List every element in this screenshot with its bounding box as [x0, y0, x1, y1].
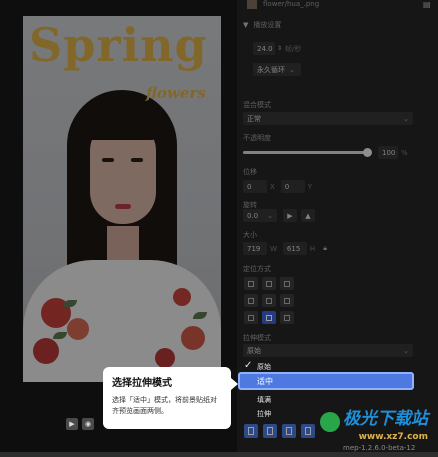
chevron-down-icon: ⌄	[289, 65, 295, 74]
fps-unit: 帧/秒	[285, 44, 302, 53]
stretch-option-fit-label: 适中	[257, 376, 273, 386]
stretch-row: 原始 ⌄	[243, 344, 413, 357]
blend-label: 混合模式	[243, 101, 271, 109]
file-open-icon[interactable]: ▤	[423, 0, 431, 9]
site-watermark: 极光下载站 www.xz7.com	[320, 404, 428, 442]
flip-vertical-icon[interactable]: ▲	[301, 209, 315, 222]
lock-icon[interactable]: 🔒︎	[323, 244, 327, 253]
stretch-option-original[interactable]: 原始	[257, 362, 271, 372]
stretch-select-value: 原始	[247, 346, 261, 355]
size-w-unit: W	[270, 244, 277, 253]
opacity-slider-fill	[243, 151, 368, 154]
tooltip-body: 选择「适中」模式，将前景贴纸对齐预览画面两侧。	[112, 396, 217, 415]
file-row: flower/hua_.png	[263, 0, 319, 8]
size-label-row: 大小	[243, 230, 257, 240]
opacity-slider[interactable]	[243, 148, 373, 157]
anchor-bottom-left[interactable]	[244, 311, 258, 324]
flip-horizontal-icon[interactable]: ▶	[283, 209, 297, 222]
opacity-row: 100 %	[243, 146, 408, 159]
fps-stepper-icon[interactable]: ⇕	[277, 45, 282, 52]
opacity-slider-handle[interactable]	[363, 148, 373, 157]
position-x-input[interactable]: 0	[243, 180, 267, 193]
blend-label-row: 混合模式	[243, 100, 271, 110]
blend-select-value: 正常	[247, 114, 261, 123]
chevron-down-icon: ⌄	[403, 114, 409, 123]
opacity-unit: %	[401, 148, 408, 157]
position-label-row: 位移	[243, 167, 257, 177]
chevron-down-icon: ⌄	[267, 211, 273, 220]
anchor-label: 定位方式	[243, 265, 271, 273]
loop-select[interactable]: 永久循环 ⌄	[253, 63, 301, 76]
watermark-url: www.xz7.com	[358, 432, 428, 442]
properties-panel: flower/hua_.png ▤ ▼ 播放设置 24.0 ⇕ 帧/秒 永久循环…	[237, 0, 438, 457]
size-row: 719 W 615 H 🔒︎	[243, 242, 327, 255]
preview-toolbar: ▶ ◉	[66, 418, 94, 430]
opacity-label: 不透明度	[243, 134, 271, 142]
fps-row: 24.0 ⇕ 帧/秒	[253, 42, 301, 55]
guide-tooltip: 选择拉伸模式 选择「适中」模式，将前景贴纸对齐预览画面两侧。	[103, 367, 238, 429]
play-icon[interactable]: ▶	[66, 418, 78, 430]
rotation-select[interactable]: 0.0 ⌄	[243, 209, 277, 222]
opacity-input[interactable]: 100	[378, 146, 398, 159]
position-y-input[interactable]: 0	[280, 180, 305, 193]
stretch-option-fit[interactable]: 适中	[238, 372, 414, 390]
anchor-top-center[interactable]	[262, 277, 276, 290]
loop-select-value: 永久循环	[257, 65, 285, 74]
position-x-unit: X	[270, 182, 275, 191]
rotation-value: 0.0	[247, 211, 259, 220]
stretch-option-fill[interactable]: 填满	[257, 395, 271, 405]
fps-input[interactable]: 24.0	[253, 42, 275, 55]
anchor-label-row: 定位方式	[243, 264, 271, 274]
check-icon: ✓	[244, 360, 253, 371]
position-label: 位移	[243, 168, 257, 176]
collapse-triangle-icon: ▼	[243, 21, 249, 29]
anchor-bottom-center[interactable]	[262, 311, 276, 324]
chevron-down-icon: ⌄	[403, 346, 409, 355]
file-thumbnail	[247, 0, 257, 9]
anchor-top-left[interactable]	[244, 277, 258, 290]
anchor-middle-left[interactable]	[244, 294, 258, 307]
rotation-row: 0.0 ⌄ ▶ ▲	[243, 209, 315, 222]
anchor-top-right[interactable]	[280, 277, 294, 290]
bottom-scrollbar[interactable]	[0, 452, 438, 457]
anchor-bottom-right[interactable]	[280, 311, 294, 324]
watermark-brand: 极光下载站	[343, 409, 428, 429]
playback-section-header[interactable]: ▼ 播放设置	[243, 20, 281, 30]
camera-icon[interactable]: ◉	[82, 418, 94, 430]
stretch-label-row: 拉伸模式	[243, 333, 271, 343]
loop-row: 永久循环 ⌄	[253, 63, 301, 76]
opacity-label-row: 不透明度	[243, 133, 271, 143]
size-h-input[interactable]: 615	[282, 242, 307, 255]
size-h-unit: H	[309, 244, 316, 253]
file-name: flower/hua_.png	[263, 0, 320, 8]
size-label: 大小	[243, 231, 257, 239]
anchor-middle-right[interactable]	[280, 294, 294, 307]
watermark-logo-icon	[320, 412, 340, 432]
position-y-unit: Y	[307, 182, 313, 191]
anchor-center[interactable]	[262, 294, 276, 307]
stretch-option-stretch[interactable]: 拉伸	[257, 409, 271, 419]
tooltip-title: 选择拉伸模式	[112, 378, 172, 389]
anchor-grid	[244, 277, 294, 324]
stretch-label: 拉伸模式	[243, 334, 271, 342]
blend-row: 正常 ⌄	[243, 112, 413, 125]
size-w-input[interactable]: 719	[243, 242, 267, 255]
playback-section-title: 播放设置	[253, 21, 282, 29]
blend-select[interactable]: 正常 ⌄	[243, 112, 413, 125]
version-label: mep-1.2.6.0-beta-12	[343, 444, 416, 452]
stretch-select[interactable]: 原始 ⌄	[243, 344, 413, 357]
position-row: 0 X 0 Y	[243, 180, 312, 193]
